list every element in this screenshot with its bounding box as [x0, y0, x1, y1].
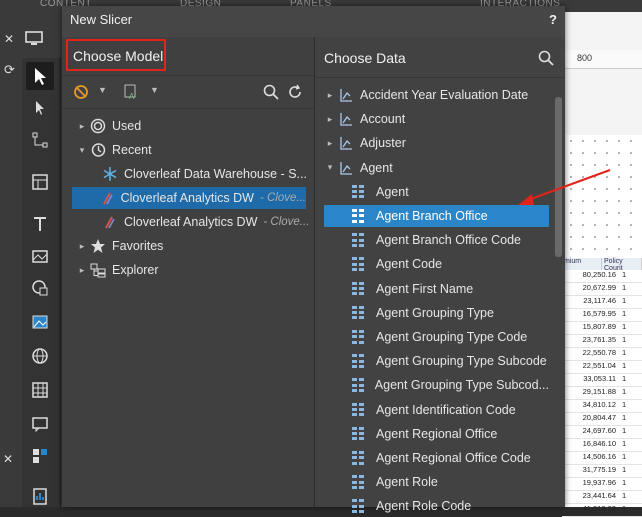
annotation-arrow	[518, 169, 611, 205]
